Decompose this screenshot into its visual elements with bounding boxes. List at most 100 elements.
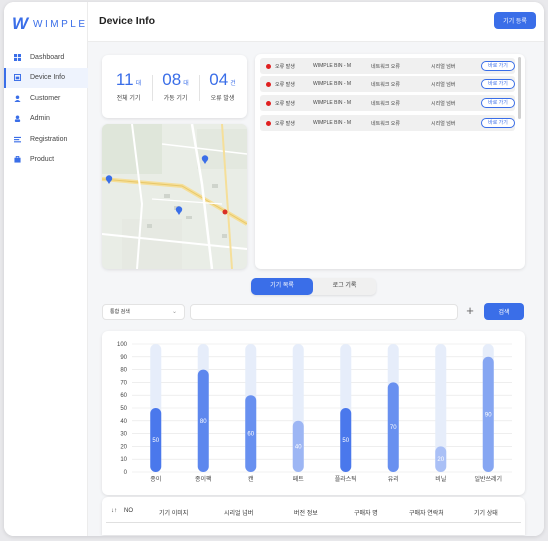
y-tick-label: 60 — [120, 393, 127, 399]
y-tick-label: 50 — [120, 406, 127, 412]
search-type-value: 통합 검색 — [110, 309, 130, 315]
bar-value-label: 60 — [247, 432, 254, 438]
alert-row: 오류 발생 WIMPLE BIN - M 네트워크 오류 시리얼 넘버 바로 가… — [260, 115, 515, 131]
alert-status: 오류 발생 — [275, 81, 295, 88]
stat-value: 08 — [162, 70, 182, 89]
tab-log-history[interactable]: 로그 기록 — [313, 278, 376, 295]
stat-unit: 대 — [183, 81, 189, 87]
map-marker-icon[interactable] — [222, 209, 228, 215]
error-dot-icon — [266, 100, 271, 106]
registration-icon — [14, 136, 21, 143]
sidebar-item-customer[interactable]: Customer — [4, 88, 88, 109]
map-pin-icon[interactable] — [105, 175, 113, 184]
bar-value-label: 70 — [390, 425, 397, 431]
alert-error: 네트워크 오류 — [371, 63, 400, 70]
alert-error: 네트워크 오류 — [371, 120, 400, 127]
top-bar: Device Info 기기 등록 — [88, 2, 544, 42]
logo: W WIMPLE — [12, 14, 88, 34]
y-tick-label: 30 — [120, 432, 127, 438]
register-device-button[interactable]: 기기 등록 — [494, 12, 536, 29]
alert-status: 오류 발생 — [275, 100, 295, 107]
waste-chart-card: 0 10 20 30 40 50 60 70 80 90 100 50 종이 80 종이팩 60 캔 40 페트 50… — [102, 331, 525, 495]
sidebar-item-label: Admin — [30, 115, 50, 123]
add-filter-button[interactable]: + — [464, 302, 476, 320]
column-header: 기기 상태 — [474, 511, 498, 517]
alert-status: 오류 발생 — [275, 63, 295, 70]
error-dot-icon — [266, 120, 271, 126]
sidebar-item-product[interactable]: Product — [4, 150, 88, 171]
dashboard-icon — [14, 53, 21, 61]
column-header: 시리얼 넘버 — [224, 511, 254, 517]
bar-value-label: 90 — [485, 412, 492, 418]
alert-device: WIMPLE BIN - M — [313, 120, 352, 126]
y-tick-label: 100 — [117, 342, 128, 348]
x-tick-label: 일반쓰레기 — [474, 475, 502, 483]
map-view[interactable] — [102, 124, 247, 269]
y-tick-label: 40 — [120, 419, 127, 425]
x-tick-label: 종이팩 — [195, 475, 212, 483]
sidebar-item-device-info[interactable]: Device Info — [4, 67, 88, 88]
bar-value-label: 20 — [437, 457, 444, 463]
stat-total-devices: 11 대 전체 기기 — [106, 70, 151, 102]
stat-unit: 대 — [135, 81, 142, 87]
y-tick-label: 20 — [120, 444, 127, 450]
x-tick-label: 유리 — [388, 475, 399, 483]
sidebar-item-dashboard[interactable]: Dashboard — [4, 47, 88, 68]
sort-icon[interactable]: ↓↑ — [111, 508, 117, 514]
bar-value-label: 40 — [295, 444, 302, 450]
alert-device: WIMPLE BIN - M — [313, 81, 352, 87]
sidebar-item-admin[interactable]: Admin — [4, 109, 88, 130]
stat-error-count: 04 건 오류 발생 — [200, 70, 245, 102]
stat-label: 오류 발생 — [210, 96, 235, 102]
go-to-button[interactable]: 바로 가기 — [481, 118, 515, 128]
stat-active-devices: 08 대 가동 기기 — [153, 70, 198, 102]
tab-bar: 기기 목록 로그 기록 — [251, 278, 376, 295]
alert-row: 오류 발생 WIMPLE BIN - M 네트워크 오류 시리얼 넘버 바로 가… — [260, 58, 515, 74]
alert-error: 네트워크 오류 — [371, 81, 400, 88]
chevron-down-icon: ⌄ — [171, 309, 177, 315]
customer-icon — [14, 95, 21, 102]
x-tick-label: 종이 — [150, 475, 161, 483]
alert-serial: 시리얼 넘버 — [431, 63, 456, 70]
column-header: 버전 정보 — [294, 511, 318, 517]
map-pin-icon[interactable] — [201, 155, 209, 164]
search-type-select[interactable]: 통합 검색 ⌄ — [102, 304, 185, 320]
stat-label: 전체 기기 — [116, 96, 141, 102]
sidebar-item-registration[interactable]: Registration — [4, 129, 88, 150]
y-tick-label: 90 — [120, 355, 127, 361]
error-dot-icon — [266, 63, 271, 69]
alert-row: 오류 발생 WIMPLE BIN - M 네트워크 오류 시리얼 넘버 바로 가… — [260, 76, 515, 92]
x-tick-label: 플라스틱 — [335, 475, 357, 483]
alert-status: 오류 발생 — [275, 120, 295, 127]
search-input[interactable] — [190, 304, 458, 320]
y-tick-label: 70 — [120, 380, 127, 386]
error-alert-list: 오류 발생 WIMPLE BIN - M 네트워크 오류 시리얼 넘버 바로 가… — [255, 54, 525, 269]
product-icon — [14, 156, 21, 163]
x-tick-label: 비닐 — [435, 475, 446, 483]
stat-label: 가동 기기 — [163, 96, 188, 102]
page-title: Device Info — [99, 15, 156, 27]
alert-serial: 시리얼 넘버 — [431, 81, 456, 88]
alert-scrollbar[interactable] — [518, 57, 521, 119]
go-to-button[interactable]: 바로 가기 — [481, 98, 515, 108]
device-icon — [14, 74, 21, 82]
alert-serial: 시리얼 넘버 — [431, 100, 456, 107]
map-pin-icon[interactable] — [175, 206, 183, 215]
y-tick-label: 80 — [120, 368, 127, 374]
go-to-button[interactable]: 바로 가기 — [481, 61, 515, 71]
tab-device-list[interactable]: 기기 목록 — [251, 278, 313, 295]
app-window: W WIMPLE Dashboard Device Info Customer … — [4, 2, 544, 536]
bar-value-label: 80 — [200, 419, 207, 425]
search-button[interactable]: 검색 — [484, 303, 524, 320]
x-tick-label: 캔 — [248, 475, 254, 483]
sidebar-item-label: Registration — [30, 135, 68, 143]
column-header: 구매자 명 — [354, 511, 378, 517]
divider — [106, 522, 521, 523]
map-canvas[interactable] — [102, 124, 247, 269]
logo-wordmark: WIMPLE — [33, 18, 88, 30]
alert-error: 네트워크 오류 — [371, 100, 400, 107]
go-to-button[interactable]: 바로 가기 — [481, 79, 515, 89]
alert-row: 오류 발생 WIMPLE BIN - M 네트워크 오류 시리얼 넘버 바로 가… — [260, 95, 515, 111]
logo-mark: W — [12, 14, 28, 33]
stat-unit: 건 — [230, 81, 236, 87]
